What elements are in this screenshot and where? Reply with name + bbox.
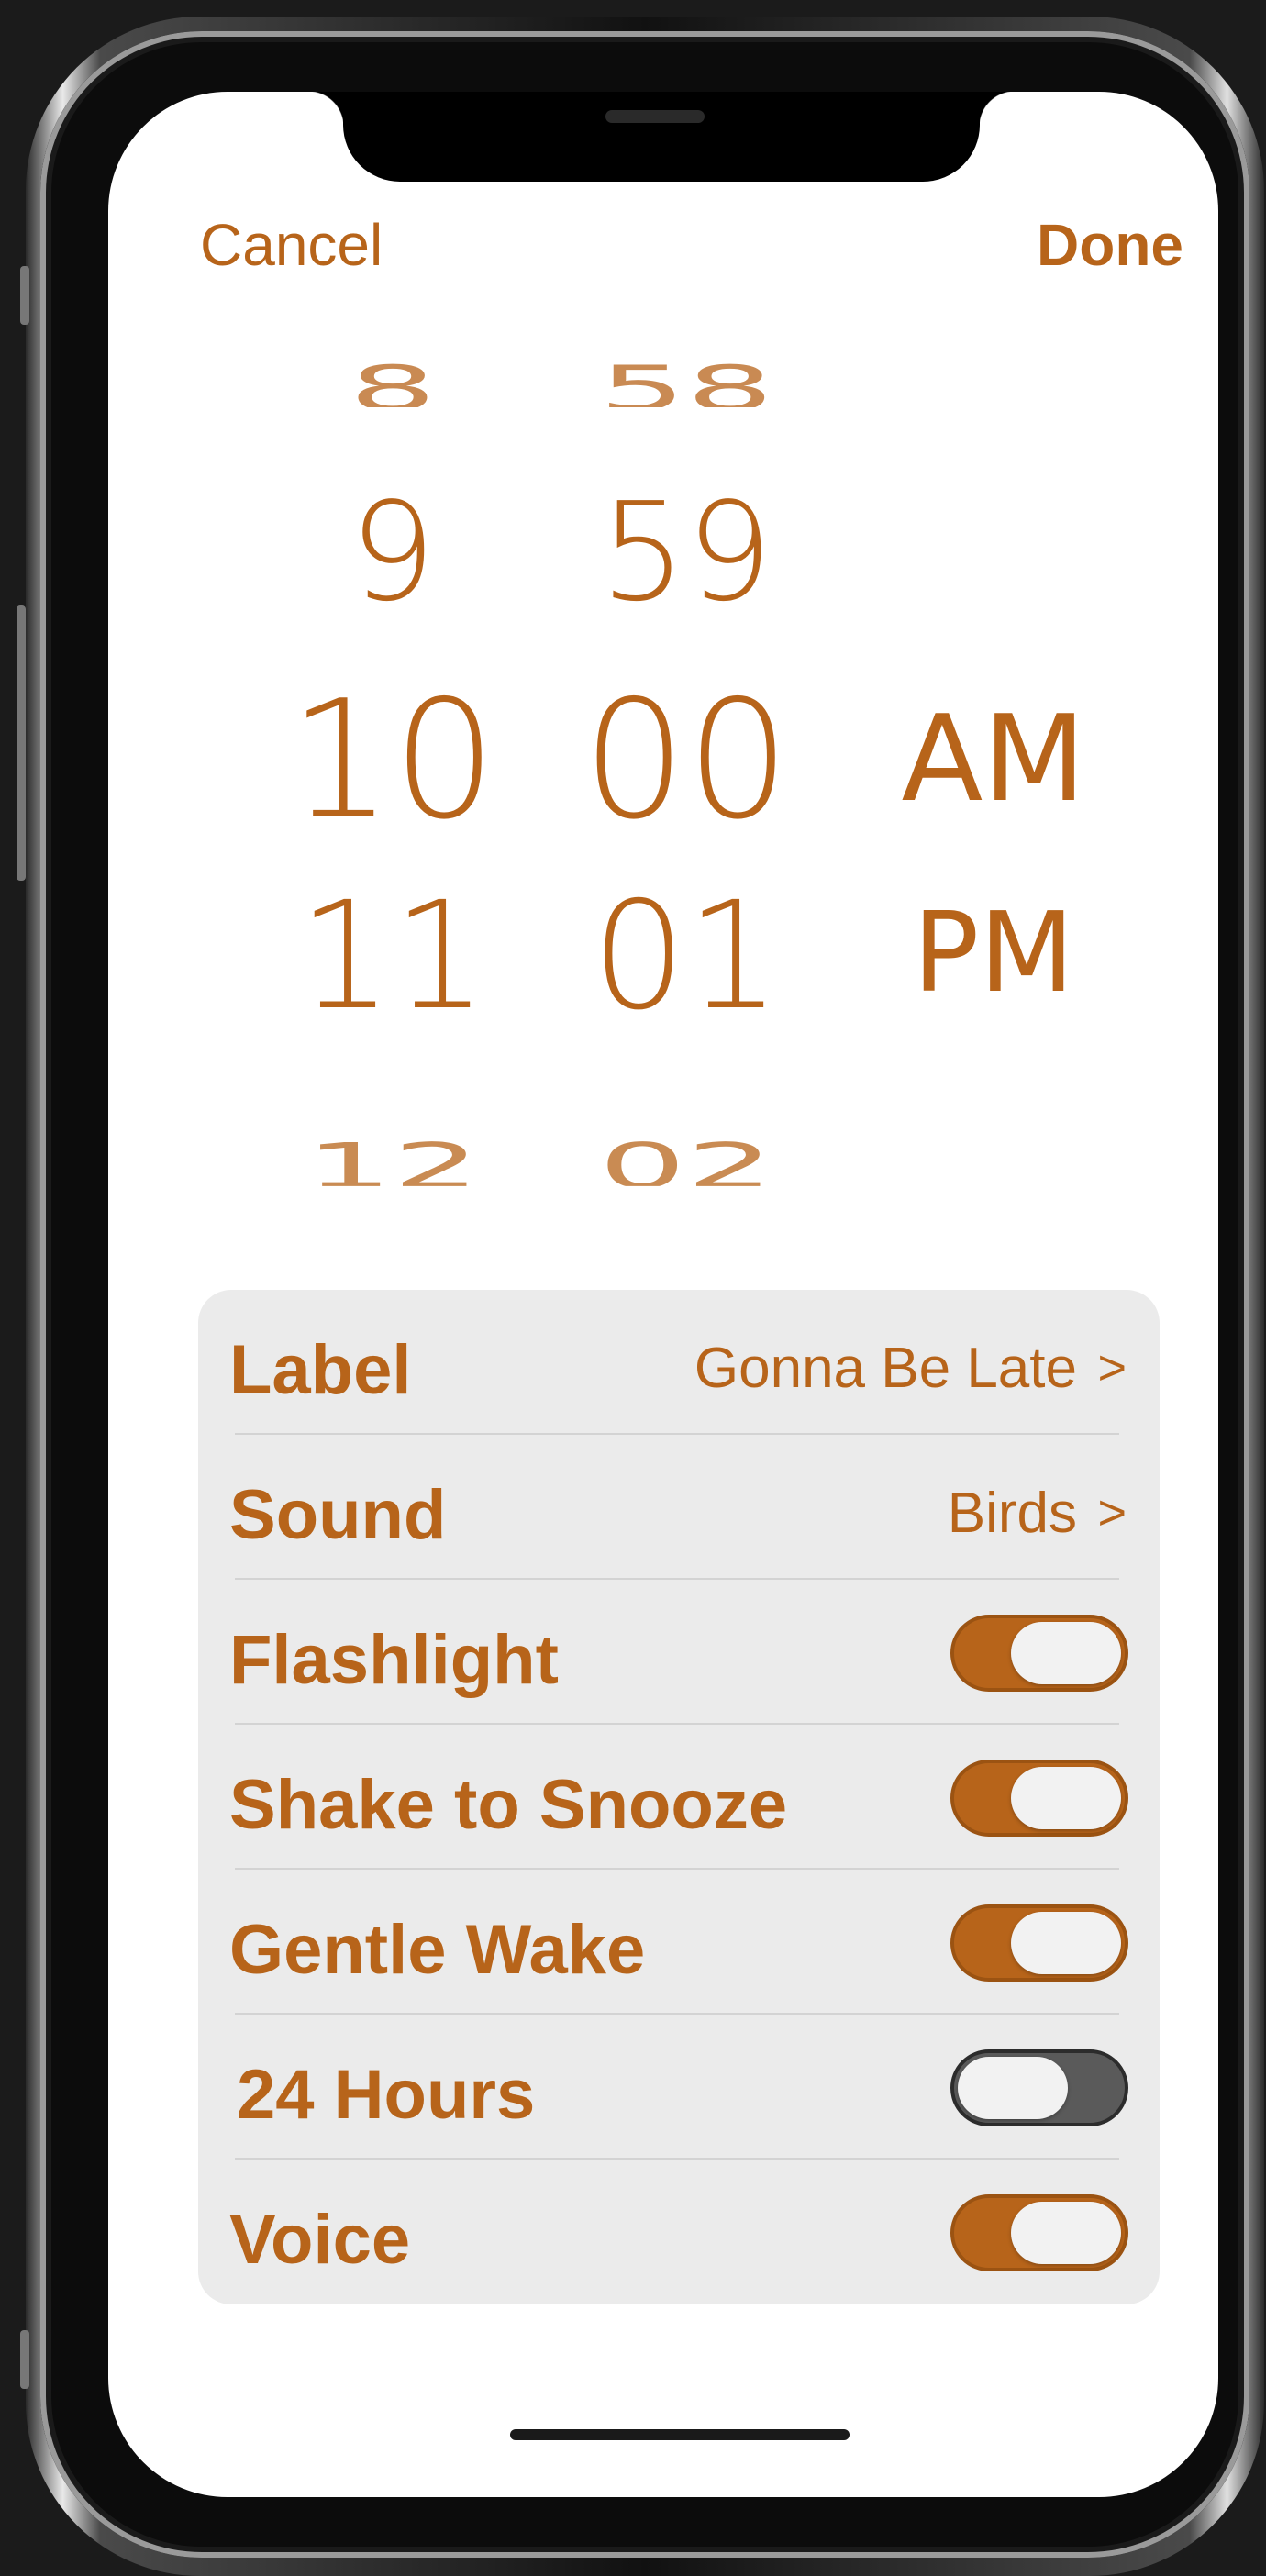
toggle-knob bbox=[1011, 2202, 1121, 2264]
chevron-right-icon: > bbox=[1097, 1340, 1127, 1395]
flashlight-toggle[interactable] bbox=[950, 1615, 1128, 1692]
sound-row[interactable]: Sound Birds > bbox=[198, 1435, 1160, 1580]
minute-option[interactable]: 02 bbox=[558, 1136, 815, 1186]
toggle-knob bbox=[1011, 1912, 1121, 1974]
minute-option[interactable]: 01 bbox=[558, 883, 815, 1031]
24-hours-toggle[interactable] bbox=[950, 2049, 1128, 2126]
hour-option[interactable]: 11 bbox=[283, 883, 503, 1031]
mute-switch bbox=[20, 266, 29, 325]
side-button bbox=[20, 2330, 29, 2389]
alarm-settings-card: Label Gonna Be Late > Sound Birds > Flas… bbox=[198, 1290, 1160, 2304]
toggle-knob bbox=[1011, 1767, 1121, 1829]
shake-to-snooze-row: Shake to Snooze bbox=[198, 1725, 1160, 1870]
shake-to-snooze-toggle[interactable] bbox=[950, 1760, 1128, 1837]
flashlight-row: Flashlight bbox=[198, 1580, 1160, 1725]
volume-button bbox=[17, 605, 26, 881]
voice-title: Voice bbox=[229, 2201, 411, 2279]
chevron-right-icon: > bbox=[1097, 1485, 1127, 1540]
gentle-wake-title: Gentle Wake bbox=[229, 1911, 646, 1989]
toggle-knob bbox=[1011, 1622, 1121, 1684]
period-pm[interactable]: PM bbox=[874, 899, 1113, 1009]
done-button[interactable]: Done bbox=[1037, 211, 1183, 279]
hour-option[interactable]: 9 bbox=[283, 484, 503, 620]
label-value: Gonna Be Late bbox=[694, 1337, 1077, 1400]
minute-option[interactable]: 59 bbox=[558, 484, 815, 620]
screen: Cancel Done 8 9 10 11 12 58 59 00 01 02 … bbox=[108, 92, 1218, 2497]
gentle-wake-row: Gentle Wake bbox=[198, 1870, 1160, 2015]
sound-value: Birds bbox=[947, 1482, 1077, 1545]
gentle-wake-toggle[interactable] bbox=[950, 1904, 1128, 1982]
label-row[interactable]: Label Gonna Be Late > bbox=[198, 1290, 1160, 1435]
hour-selected[interactable]: 10 bbox=[283, 679, 503, 842]
label-title: Label bbox=[229, 1331, 412, 1409]
period-am[interactable]: AM bbox=[874, 699, 1113, 818]
shake-to-snooze-title: Shake to Snooze bbox=[229, 1766, 788, 1844]
hour-option[interactable]: 8 bbox=[283, 358, 503, 407]
toggle-knob bbox=[958, 2057, 1068, 2119]
cancel-button[interactable]: Cancel bbox=[200, 211, 383, 279]
hour-option[interactable]: 12 bbox=[283, 1136, 503, 1186]
minute-selected[interactable]: 00 bbox=[558, 679, 815, 842]
speaker-grille bbox=[605, 110, 705, 123]
flashlight-title: Flashlight bbox=[229, 1621, 559, 1699]
sound-title: Sound bbox=[229, 1476, 447, 1554]
24-hours-title: 24 Hours bbox=[237, 2056, 536, 2134]
24-hours-row: 24 Hours bbox=[198, 2015, 1160, 2160]
minute-option[interactable]: 58 bbox=[558, 358, 815, 407]
time-picker[interactable]: 8 9 10 11 12 58 59 00 01 02 AM PM bbox=[108, 358, 1218, 1257]
voice-row: Voice bbox=[198, 2160, 1160, 2304]
voice-toggle[interactable] bbox=[950, 2194, 1128, 2271]
home-indicator[interactable] bbox=[510, 2429, 850, 2440]
notch bbox=[308, 92, 1015, 182]
